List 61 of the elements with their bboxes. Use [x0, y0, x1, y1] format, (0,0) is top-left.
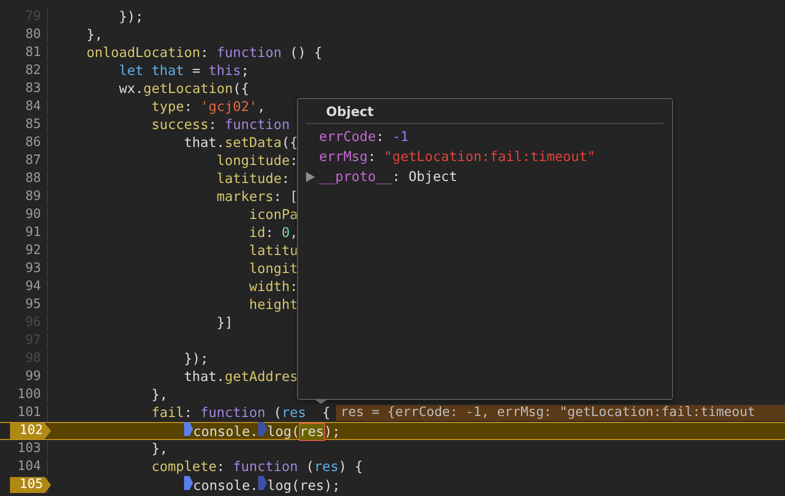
- code-line: complete: function (res) {: [150, 459, 363, 475]
- line-number: 86: [25, 135, 41, 151]
- code-line: that.setData({: [183, 135, 298, 151]
- line-number: 87: [25, 153, 41, 169]
- expand-triangle-icon[interactable]: [306, 172, 315, 182]
- code-line: success: function: [150, 117, 290, 133]
- code-line: width:: [248, 279, 298, 295]
- code-line: }]: [216, 315, 233, 331]
- breakpoint-marker-icon[interactable]: [258, 476, 268, 490]
- line-number: 90: [25, 207, 41, 223]
- line-number: 83: [25, 81, 41, 97]
- code-line: },: [150, 387, 168, 403]
- line-number: 94: [25, 279, 41, 295]
- line-number: 95: [25, 297, 41, 313]
- breakpoint-label[interactable]: 105: [10, 477, 51, 493]
- line-number: 89: [25, 189, 41, 205]
- line-number: 92: [25, 243, 41, 259]
- popover-tail: [314, 399, 328, 404]
- code-line: iconPa: [248, 207, 298, 223]
- code-line: type: 'gcj02',: [150, 99, 266, 115]
- hovered-variable: res: [300, 424, 324, 440]
- code-line: latitude:: [216, 171, 290, 187]
- code-line: onloadLocation: function () {: [86, 45, 322, 61]
- breakpoint-marker-icon[interactable]: [258, 422, 268, 436]
- code-line: },: [150, 441, 168, 457]
- code-line: id: 0,: [248, 225, 298, 241]
- line-number: 80: [25, 27, 41, 43]
- property-entry: __proto__: Object: [319, 169, 458, 185]
- line-number: 100: [18, 387, 41, 403]
- breakpoint-marker-icon[interactable]: [184, 476, 194, 490]
- line-number: 101: [18, 405, 41, 421]
- line-number: 93: [25, 261, 41, 277]
- property-entry: errMsg: "getLocation:fail:timeout": [319, 149, 596, 165]
- inline-value: res = {errCode: -1, errMsg: "getLocation:fail:timeout: [336, 405, 785, 421]
- breakpoint-label[interactable]: 102: [10, 423, 51, 439]
- line-number: 84: [25, 99, 41, 115]
- line-number: 104: [18, 459, 41, 475]
- code-line: markers: [: [216, 189, 298, 205]
- popover-title: Object: [306, 105, 664, 124]
- code-line: },: [86, 27, 103, 43]
- line-number: 81: [25, 45, 41, 61]
- code-line: });: [118, 9, 144, 25]
- code-line: longitude:: [216, 153, 298, 169]
- code-line: });: [183, 351, 208, 367]
- code-line: height: [248, 297, 298, 313]
- code-line: wx.getLocation({: [118, 81, 250, 97]
- code-line: console. log(res);: [54, 422, 340, 440]
- property-entry: errCode: -1: [319, 129, 408, 145]
- code-line: fail: function (res {: [150, 405, 330, 421]
- code-line: longit: [248, 261, 298, 277]
- line-number: 82: [25, 63, 41, 79]
- breakpoint-marker-icon[interactable]: [184, 422, 194, 436]
- line-number: 91: [25, 225, 41, 241]
- line-number: 99: [25, 369, 41, 385]
- line-number: 85: [25, 117, 41, 133]
- line-number: 88: [25, 171, 41, 187]
- code-line: console. log(res);: [54, 476, 340, 494]
- code-line: that.getAddres: [183, 369, 298, 385]
- code-line: latitu: [248, 243, 298, 259]
- code-line: let that = this;: [118, 63, 250, 79]
- line-number: 103: [18, 441, 41, 457]
